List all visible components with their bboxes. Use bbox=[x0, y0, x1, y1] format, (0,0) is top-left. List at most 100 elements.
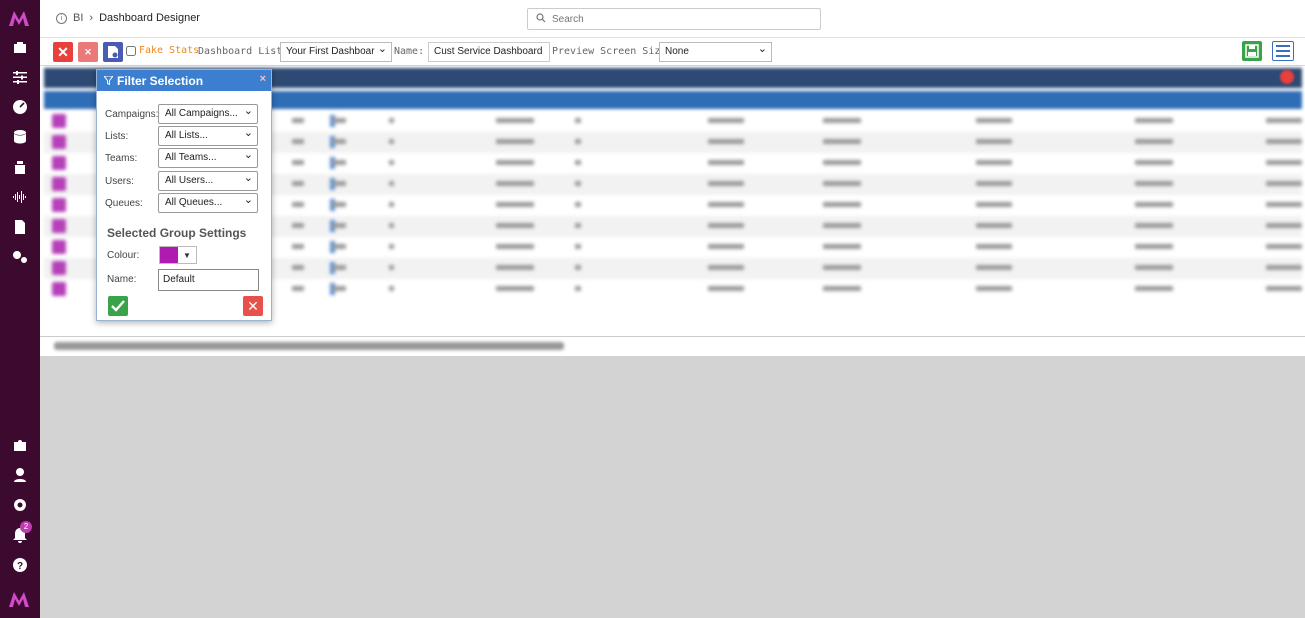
queues-select[interactable]: All Queues... bbox=[158, 191, 258, 213]
row-action-icon[interactable] bbox=[52, 177, 66, 191]
users-label: Users: bbox=[105, 175, 134, 187]
waveform-icon[interactable] bbox=[11, 188, 29, 206]
preview-size-select[interactable]: None bbox=[659, 42, 772, 62]
table-cell bbox=[389, 118, 394, 123]
table-cell bbox=[1266, 223, 1302, 228]
dashboard-name-input[interactable]: Cust Service Dashboard bbox=[428, 42, 550, 62]
table-cell bbox=[292, 118, 304, 123]
dialog-title: Filter Selection bbox=[117, 73, 204, 88]
row-action-icon[interactable] bbox=[52, 282, 66, 296]
table-cell bbox=[332, 265, 346, 270]
table-cell bbox=[823, 139, 861, 144]
colour-dropdown-icon[interactable]: ▼ bbox=[178, 251, 196, 260]
report-doc-icon[interactable] bbox=[11, 218, 29, 236]
table-cell bbox=[575, 181, 581, 186]
table-cell bbox=[1266, 139, 1302, 144]
table-cell bbox=[823, 265, 861, 270]
cloud-data-icon[interactable] bbox=[11, 158, 29, 176]
table-cell bbox=[496, 139, 534, 144]
row-action-icon[interactable] bbox=[52, 240, 66, 254]
row-action-icon[interactable] bbox=[52, 135, 66, 149]
queues-filter: Queues: All Queues... bbox=[105, 191, 258, 213]
widget-close-icon[interactable] bbox=[1280, 70, 1294, 84]
table-cell bbox=[823, 118, 861, 123]
svg-text:?: ? bbox=[17, 561, 23, 572]
puzzle-icon[interactable] bbox=[11, 436, 29, 454]
cancel-button[interactable]: ✕ bbox=[243, 296, 263, 316]
table-cell bbox=[389, 181, 394, 186]
table-cell bbox=[1266, 244, 1302, 249]
settings-gear-icon[interactable] bbox=[11, 496, 29, 514]
sliders-icon[interactable] bbox=[11, 68, 29, 86]
campaigns-label: Campaigns: bbox=[105, 108, 159, 120]
breadcrumb: i BI › Dashboard Designer bbox=[56, 12, 200, 24]
menu-button[interactable] bbox=[1272, 41, 1294, 61]
row-action-icon[interactable] bbox=[52, 114, 66, 128]
table-cell bbox=[823, 202, 861, 207]
table-cell bbox=[823, 244, 861, 249]
teams-select[interactable]: All Teams... bbox=[158, 146, 258, 168]
table-cell bbox=[389, 223, 394, 228]
fake-stats-checkbox[interactable] bbox=[126, 45, 136, 56]
colour-picker[interactable]: ▼ bbox=[159, 246, 197, 264]
row-action-icon[interactable] bbox=[52, 261, 66, 275]
delete-button[interactable]: ✕ bbox=[78, 42, 98, 62]
queues-label: Queues: bbox=[105, 197, 143, 209]
table-cell bbox=[575, 265, 581, 270]
table-cell bbox=[389, 265, 394, 270]
table-cell bbox=[292, 160, 304, 165]
dashboard-list-select[interactable]: Your First Dashboar bbox=[280, 42, 392, 62]
table-cell bbox=[823, 160, 861, 165]
lists-select[interactable]: All Lists... bbox=[158, 124, 258, 146]
horizontal-scrollbar[interactable] bbox=[54, 342, 564, 350]
search-input[interactable] bbox=[552, 13, 792, 25]
table-cell bbox=[496, 118, 534, 123]
campaigns-select[interactable]: All Campaigns... bbox=[158, 102, 258, 124]
database-icon[interactable] bbox=[11, 128, 29, 146]
group-name-input[interactable]: Default bbox=[158, 269, 259, 291]
users-select[interactable]: All Users... bbox=[158, 169, 258, 191]
table-cell bbox=[708, 181, 744, 186]
row-action-icon[interactable] bbox=[52, 156, 66, 170]
fake-stats-toggle[interactable]: Fake Stats bbox=[126, 45, 199, 56]
campaigns-filter: Campaigns: All Campaigns... bbox=[105, 102, 258, 124]
table-cell bbox=[1135, 160, 1173, 165]
cogs-icon[interactable] bbox=[11, 248, 29, 266]
brand-footer-icon[interactable] bbox=[8, 590, 32, 608]
table-cell bbox=[708, 244, 744, 249]
table-cell bbox=[332, 160, 346, 165]
row-action-icon[interactable] bbox=[52, 198, 66, 212]
table-cell bbox=[1266, 118, 1302, 123]
help-icon[interactable]: ? bbox=[11, 556, 29, 574]
logo-icon[interactable] bbox=[8, 8, 32, 28]
save-button[interactable] bbox=[1242, 41, 1262, 61]
table-cell bbox=[976, 118, 1012, 123]
top-bar: i BI › Dashboard Designer bbox=[40, 0, 1305, 38]
user-support-icon[interactable] bbox=[11, 466, 29, 484]
group-settings-heading: Selected Group Settings bbox=[107, 226, 247, 240]
confirm-button[interactable] bbox=[108, 296, 128, 316]
table-cell bbox=[389, 202, 394, 207]
dashboard-gauge-icon[interactable] bbox=[11, 98, 29, 116]
table-cell bbox=[575, 286, 581, 291]
dialog-close-icon[interactable]: × bbox=[260, 73, 266, 85]
table-cell bbox=[496, 160, 534, 165]
search-box[interactable] bbox=[527, 8, 821, 30]
table-cell bbox=[496, 265, 534, 270]
bi-info-icon[interactable]: i bbox=[56, 12, 67, 24]
breadcrumb-root[interactable]: BI bbox=[73, 12, 83, 24]
table-cell bbox=[976, 160, 1012, 165]
briefcase-icon[interactable] bbox=[11, 38, 29, 56]
colour-swatch bbox=[160, 247, 178, 263]
table-cell bbox=[1135, 244, 1173, 249]
table-cell bbox=[1266, 202, 1302, 207]
table-cell bbox=[332, 286, 346, 291]
preview-size-label: Preview Screen Size: bbox=[552, 46, 673, 57]
close-designer-button[interactable]: ✕ bbox=[53, 42, 73, 62]
page-title: Dashboard Designer bbox=[99, 12, 200, 24]
table-cell bbox=[1266, 286, 1302, 291]
row-action-icon[interactable] bbox=[52, 219, 66, 233]
table-cell bbox=[496, 223, 534, 228]
teams-label: Teams: bbox=[105, 152, 138, 164]
new-document-button[interactable] bbox=[103, 42, 123, 62]
